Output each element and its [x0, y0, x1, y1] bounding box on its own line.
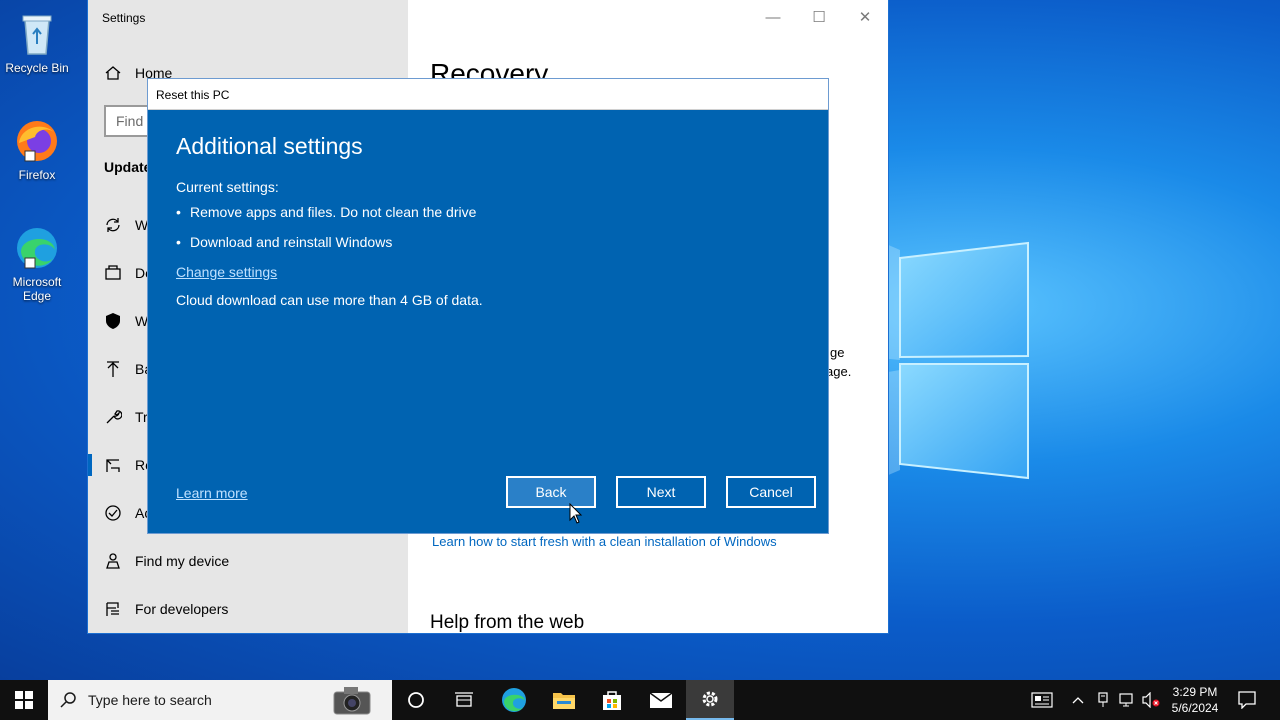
gear-icon — [702, 691, 718, 707]
desktop-icon-firefox[interactable]: Firefox — [0, 117, 74, 182]
clock-time: 3:29 PM — [1172, 685, 1218, 699]
delivery-icon — [105, 265, 121, 280]
mail-icon — [649, 692, 673, 708]
windows-start-icon — [15, 691, 33, 709]
start-button[interactable] — [0, 680, 48, 720]
check-circle-icon — [105, 505, 121, 521]
sidebar-item-label: For developers — [135, 601, 229, 617]
action-center-button[interactable] — [1224, 680, 1270, 720]
desktop-icon-label: Microsoft Edge — [12, 275, 62, 303]
cancel-button[interactable]: Cancel — [726, 476, 816, 508]
dialog-heading: Additional settings — [176, 133, 363, 159]
desktop-icon-label: Recycle Bin — [5, 61, 69, 75]
firefox-icon — [13, 117, 61, 165]
desktop-icon-label: Firefox — [18, 168, 56, 182]
sidebar-item-find-my-device[interactable]: Find my device — [88, 542, 408, 582]
search-icon — [60, 692, 76, 708]
help-from-web-heading: Help from the web — [430, 612, 585, 633]
bullet-text: Download and reinstall Windows — [190, 234, 393, 250]
settings-bullet: • Remove apps and files. Do not clean the… — [176, 204, 477, 220]
taskbar: Type here to search 3:29 PM 5/6/2024 — [0, 680, 1280, 720]
task-view-button[interactable] — [440, 680, 488, 720]
reset-pc-dialog: Reset this PC Additional settings Curren… — [147, 78, 829, 534]
recovery-icon — [106, 459, 120, 472]
taskbar-file-explorer-button[interactable] — [540, 680, 588, 720]
taskbar-search-input[interactable]: Type here to search — [48, 680, 392, 720]
bullet-text: Remove apps and files. Do not clean the … — [190, 204, 477, 220]
chevron-up-icon — [1072, 697, 1084, 704]
dialog-title: Reset this PC — [148, 79, 828, 110]
clock-date: 5/6/2024 — [1171, 701, 1219, 715]
tray-network-button[interactable] — [1114, 680, 1140, 720]
store-bag-icon — [603, 691, 621, 710]
current-settings-label: Current settings: — [176, 179, 279, 195]
data-usage-note: Cloud download can use more than 4 GB of… — [176, 292, 483, 308]
edge-icon — [13, 224, 61, 272]
show-hidden-icons-button[interactable] — [1064, 680, 1092, 720]
window-title: Settings — [102, 11, 146, 25]
person-locate-icon — [106, 553, 120, 569]
desktop-icon-recycle-bin[interactable]: Recycle Bin — [0, 10, 74, 75]
cortana-icon — [408, 692, 424, 708]
learn-clean-install-link[interactable]: Learn how to start fresh with a clean in… — [432, 534, 777, 549]
edge-icon — [502, 688, 526, 712]
learn-more-link[interactable]: Learn more — [176, 485, 248, 501]
developer-tools-icon — [106, 602, 119, 616]
wrench-icon — [106, 410, 122, 424]
cortana-button[interactable] — [392, 680, 440, 720]
usb-device-icon — [1098, 692, 1108, 707]
search-placeholder: Type here to search — [88, 692, 212, 708]
tray-volume-button[interactable] — [1138, 680, 1164, 720]
change-settings-link[interactable]: Change settings — [176, 264, 277, 280]
settings-bullet: • Download and reinstall Windows — [176, 234, 393, 250]
camera-icon — [333, 687, 371, 715]
home-icon — [105, 66, 121, 80]
next-button[interactable]: Next — [616, 476, 706, 508]
taskbar-mail-button[interactable] — [637, 680, 685, 720]
taskbar-settings-button[interactable] — [686, 680, 734, 720]
maximize-button[interactable]: ☐ — [796, 8, 842, 28]
close-button[interactable]: ✕ — [842, 8, 888, 28]
taskbar-edge-button[interactable] — [490, 680, 538, 720]
content-text-fragment: ge — [830, 345, 845, 360]
sync-icon — [106, 218, 120, 232]
sidebar-section-title: Update — [104, 159, 152, 175]
volume-muted-icon — [1142, 692, 1160, 708]
news-widget-button[interactable] — [1018, 680, 1066, 720]
minimize-button[interactable]: — — [750, 8, 796, 28]
mouse-cursor-icon — [569, 503, 583, 524]
content-text-fragment: age. — [826, 364, 852, 379]
clock[interactable]: 3:29 PM 5/6/2024 — [1164, 684, 1226, 716]
folder-icon — [553, 693, 575, 709]
notification-icon — [1238, 691, 1256, 709]
sidebar-item-for-developers[interactable]: For developers — [88, 590, 408, 630]
backup-arrow-icon — [107, 361, 119, 377]
tray-usb-button[interactable] — [1090, 680, 1116, 720]
task-view-icon — [455, 692, 473, 707]
taskbar-store-button[interactable] — [588, 680, 636, 720]
desktop-icon-edge[interactable]: Microsoft Edge — [0, 224, 74, 303]
recycle-bin-icon — [13, 10, 61, 58]
shield-icon — [106, 313, 120, 329]
sidebar-item-label: Find my device — [135, 553, 230, 569]
network-icon — [1119, 693, 1133, 707]
sidebar-item-label: Tr — [135, 409, 148, 425]
news-icon — [1031, 692, 1053, 708]
